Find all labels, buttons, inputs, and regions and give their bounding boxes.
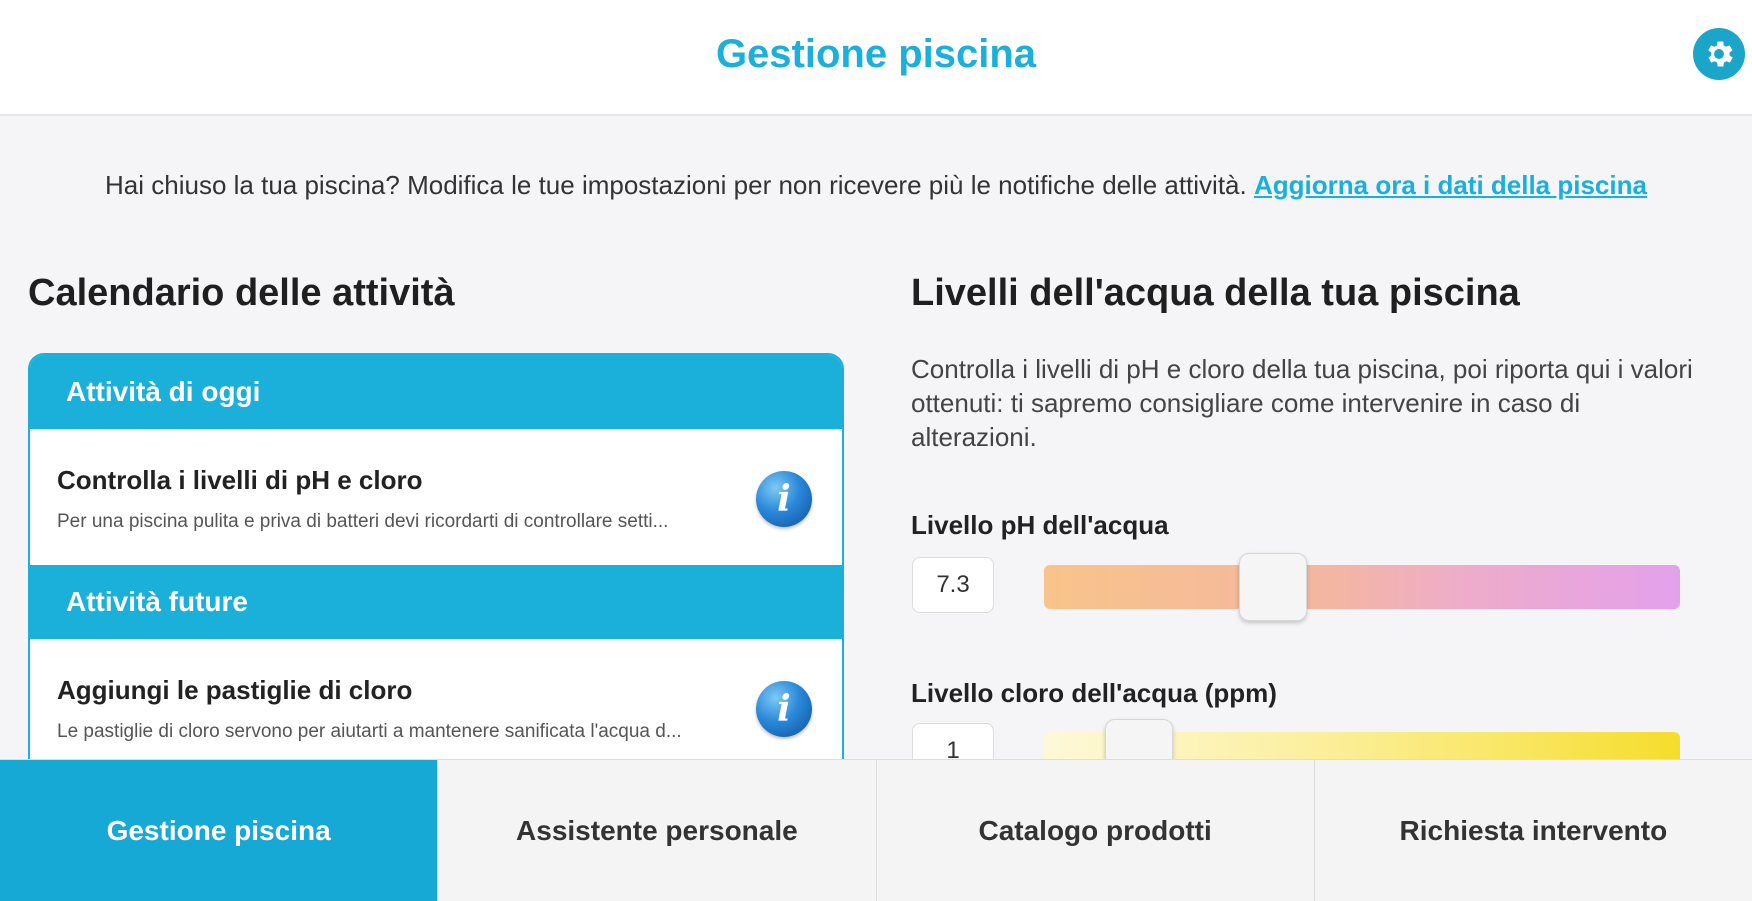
future-activities-header: Attività future — [30, 565, 842, 639]
calendar-heading: Calendario delle attività — [28, 272, 455, 314]
notice-text: Hai chiuso la tua piscina? Modifica le t… — [105, 170, 1247, 200]
ph-value-field[interactable]: 7.3 — [912, 557, 994, 613]
tab-service-request[interactable]: Richiesta intervento — [1315, 760, 1752, 901]
task-title: Aggiungi le pastiglie di cloro — [57, 675, 413, 705]
activity-calendar-card: Attività di oggi Controlla i livelli di … — [28, 353, 844, 775]
tab-product-catalog[interactable]: Catalogo prodotti — [877, 760, 1315, 901]
task-description: Le pastiglie di cloro servono per aiutar… — [57, 721, 682, 742]
ph-level-label: Livello pH dell'acqua — [911, 510, 1169, 540]
task-description: Per una piscina pulita e priva di batter… — [57, 511, 669, 532]
task-item[interactable]: Aggiungi le pastiglie di cloro Le pastig… — [30, 639, 842, 775]
app-header: Gestione piscina — [0, 0, 1752, 116]
ph-slider-handle[interactable] — [1238, 553, 1307, 621]
tab-pool-management[interactable]: Gestione piscina — [0, 760, 439, 901]
ph-slider-track[interactable] — [1044, 565, 1680, 609]
task-title: Controlla i livelli di pH e cloro — [57, 465, 423, 495]
info-icon[interactable]: i — [756, 681, 812, 737]
task-item[interactable]: Controlla i livelli di pH e cloro Per un… — [30, 429, 842, 565]
levels-description: Controlla i livelli di pH e cloro della … — [911, 354, 1693, 452]
settings-button[interactable] — [1693, 28, 1745, 80]
chlorine-level-label: Livello cloro dell'acqua (ppm) — [911, 678, 1277, 708]
water-levels-heading: Livelli dell'acqua della tua piscina — [911, 272, 1520, 314]
update-pool-data-link[interactable]: Aggiorna ora i dati della piscina — [1254, 170, 1647, 200]
today-activities-header: Attività di oggi — [30, 355, 842, 429]
closure-notice: Hai chiuso la tua piscina? Modifica le t… — [0, 170, 1752, 201]
bottom-tab-bar: Gestione piscina Assistente personale Ca… — [0, 759, 1752, 901]
tab-personal-assistant[interactable]: Assistente personale — [438, 760, 877, 901]
gear-icon — [1708, 41, 1733, 67]
page-title: Gestione piscina — [715, 32, 1037, 76]
info-icon[interactable]: i — [756, 471, 812, 527]
